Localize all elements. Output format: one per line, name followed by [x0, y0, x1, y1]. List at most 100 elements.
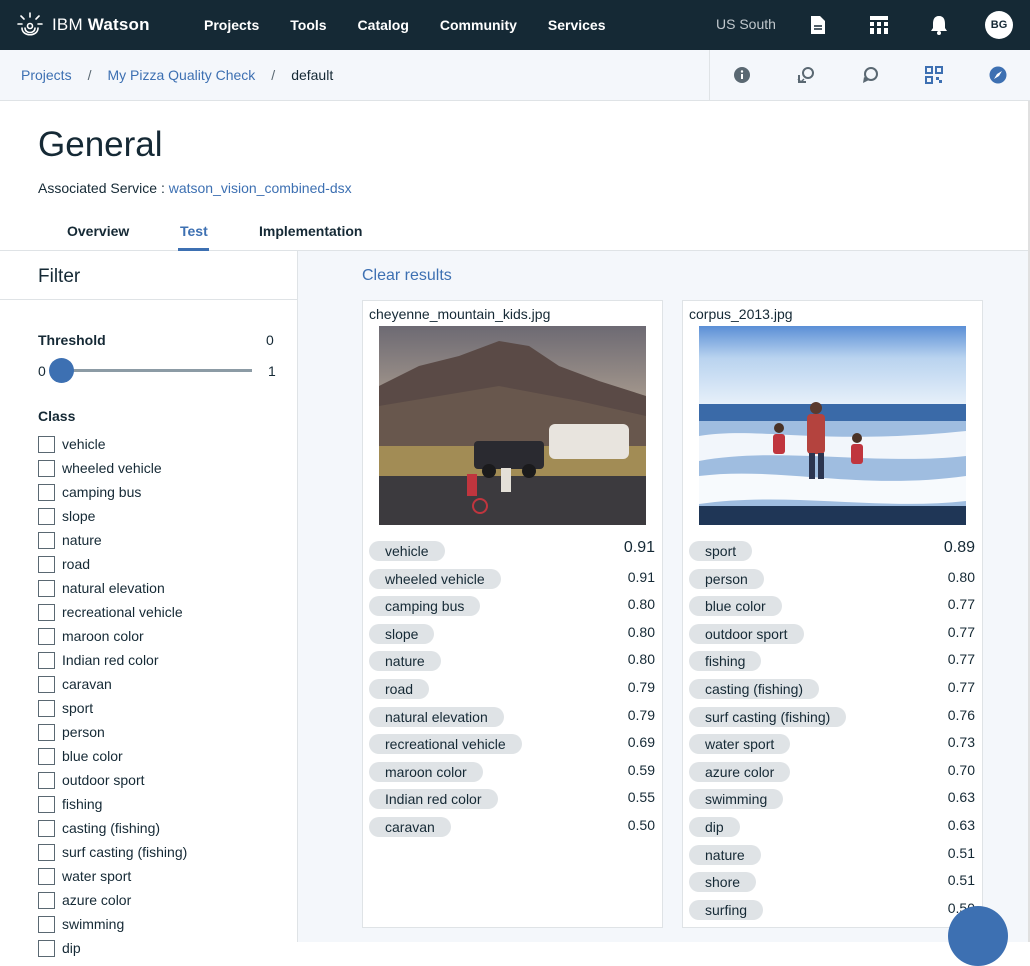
tag-row: person 0.80	[689, 567, 979, 591]
class-label-text: casting (fishing)	[62, 820, 161, 836]
nav-catalog[interactable]: Catalog	[358, 17, 409, 33]
main-nav: Projects Tools Catalog Community Service…	[204, 17, 637, 33]
class-filter-item[interactable]: slope	[38, 504, 187, 528]
class-filter-item[interactable]: Indian red color	[38, 648, 187, 672]
class-checkbox[interactable]	[38, 915, 55, 933]
class-filter-item[interactable]: recreational vehicle	[38, 600, 187, 624]
class-filter-item[interactable]: sport	[38, 696, 187, 720]
class-checkbox[interactable]	[38, 579, 55, 597]
class-tag: natural elevation	[369, 706, 504, 727]
class-checkbox[interactable]	[38, 867, 55, 885]
class-filter-item[interactable]: person	[38, 720, 187, 744]
class-checkbox[interactable]	[38, 795, 55, 813]
tag-row: maroon color 0.59	[369, 760, 659, 784]
confidence-score: 0.63	[947, 817, 975, 833]
filter-panel: Filter Threshold 0 0 1 Class vehicle whee…	[0, 251, 298, 957]
class-checkbox[interactable]	[38, 507, 55, 525]
class-tag: maroon color	[369, 761, 483, 782]
class-checkbox[interactable]	[38, 939, 55, 957]
threshold-slider-track[interactable]	[52, 369, 252, 372]
info-icon[interactable]	[732, 65, 752, 85]
tab-implementation[interactable]: Implementation	[259, 223, 362, 239]
class-filter-item[interactable]: dip	[38, 936, 187, 960]
class-checkbox[interactable]	[38, 771, 55, 789]
confidence-score: 0.91	[627, 568, 655, 585]
tag-row: outdoor sport 0.77	[689, 622, 979, 646]
class-filter-item[interactable]: nature	[38, 528, 187, 552]
tab-test[interactable]: Test	[180, 223, 208, 239]
bell-icon[interactable]	[927, 13, 951, 37]
confidence-score: 0.89	[943, 539, 975, 556]
class-filter-item[interactable]: caravan	[38, 672, 187, 696]
class-label: Class	[38, 408, 76, 424]
class-checkbox[interactable]	[38, 531, 55, 549]
qr-code-icon[interactable]	[924, 65, 944, 85]
tag-row: road 0.79	[369, 677, 659, 701]
compass-icon[interactable]	[988, 65, 1008, 85]
chat-icon[interactable]	[860, 65, 880, 85]
divider	[0, 299, 297, 300]
class-checkbox[interactable]	[38, 603, 55, 621]
class-filter-item[interactable]: water sport	[38, 864, 187, 888]
class-label-text: person	[62, 724, 105, 740]
class-filter-item[interactable]: camping bus	[38, 480, 187, 504]
confidence-score: 0.50	[627, 817, 655, 833]
tag-row: Indian red color 0.55	[369, 787, 659, 811]
chat-launcher-button[interactable]	[948, 906, 1008, 966]
class-checkbox[interactable]	[38, 843, 55, 861]
class-tag: vehicle	[369, 541, 445, 561]
class-filter-item[interactable]: surf casting (fishing)	[38, 840, 187, 864]
class-label-text: blue color	[62, 748, 123, 764]
class-filter-item[interactable]: road	[38, 552, 187, 576]
class-label-text: Indian red color	[62, 652, 159, 668]
nav-services[interactable]: Services	[548, 17, 606, 33]
class-filter-item[interactable]: vehicle	[38, 432, 187, 456]
class-checkbox[interactable]	[38, 627, 55, 645]
threshold-min: 0	[38, 363, 46, 379]
breadcrumb-bar: Projects / My Pizza Quality Check / defa…	[0, 50, 1030, 101]
class-checkbox[interactable]	[38, 675, 55, 693]
class-checkbox[interactable]	[38, 435, 55, 453]
region-selector[interactable]: US South	[716, 16, 776, 32]
class-label-text: wheeled vehicle	[62, 460, 162, 476]
class-tag: dip	[689, 817, 740, 837]
class-filter-item[interactable]: outdoor sport	[38, 768, 187, 792]
class-filter-item[interactable]: casting (fishing)	[38, 816, 187, 840]
breadcrumb-project[interactable]: My Pizza Quality Check	[107, 67, 255, 83]
class-checkbox[interactable]	[38, 459, 55, 477]
class-checkbox[interactable]	[38, 555, 55, 573]
nav-projects[interactable]: Projects	[204, 17, 259, 33]
nav-tools[interactable]: Tools	[290, 17, 326, 33]
document-icon[interactable]	[806, 13, 830, 37]
tag-row: camping bus 0.80	[369, 594, 659, 618]
transfer-icon[interactable]	[796, 65, 816, 85]
class-filter-item[interactable]: wheeled vehicle	[38, 456, 187, 480]
class-checkbox[interactable]	[38, 651, 55, 669]
breadcrumb-projects[interactable]: Projects	[21, 67, 72, 83]
class-tag: recreational vehicle	[369, 734, 522, 755]
confidence-score: 0.70	[947, 761, 975, 778]
class-filter-item[interactable]: fishing	[38, 792, 187, 816]
class-filter-item[interactable]: blue color	[38, 744, 187, 768]
class-filter-item[interactable]: azure color	[38, 888, 187, 912]
class-checkbox[interactable]	[38, 891, 55, 909]
class-checkbox[interactable]	[38, 699, 55, 717]
associated-service-link[interactable]: watson_vision_combined-dsx	[169, 180, 352, 196]
project-actions	[709, 50, 1030, 100]
tag-row: nature 0.51	[689, 843, 979, 867]
apps-grid-icon[interactable]	[867, 13, 891, 37]
tag-row: surf casting (fishing) 0.76	[689, 705, 979, 729]
user-avatar[interactable]: BG	[985, 11, 1013, 39]
tab-overview[interactable]: Overview	[67, 223, 129, 239]
clear-results-link[interactable]: Clear results	[362, 267, 452, 285]
threshold-slider-handle[interactable]	[49, 358, 74, 383]
class-checkbox[interactable]	[38, 723, 55, 741]
class-checkbox[interactable]	[38, 819, 55, 837]
class-filter-item[interactable]: natural elevation	[38, 576, 187, 600]
class-checkbox[interactable]	[38, 747, 55, 765]
brand[interactable]: IBM Watson	[0, 11, 190, 39]
class-filter-item[interactable]: swimming	[38, 912, 187, 936]
nav-community[interactable]: Community	[440, 17, 517, 33]
class-checkbox[interactable]	[38, 483, 55, 501]
class-filter-item[interactable]: maroon color	[38, 624, 187, 648]
